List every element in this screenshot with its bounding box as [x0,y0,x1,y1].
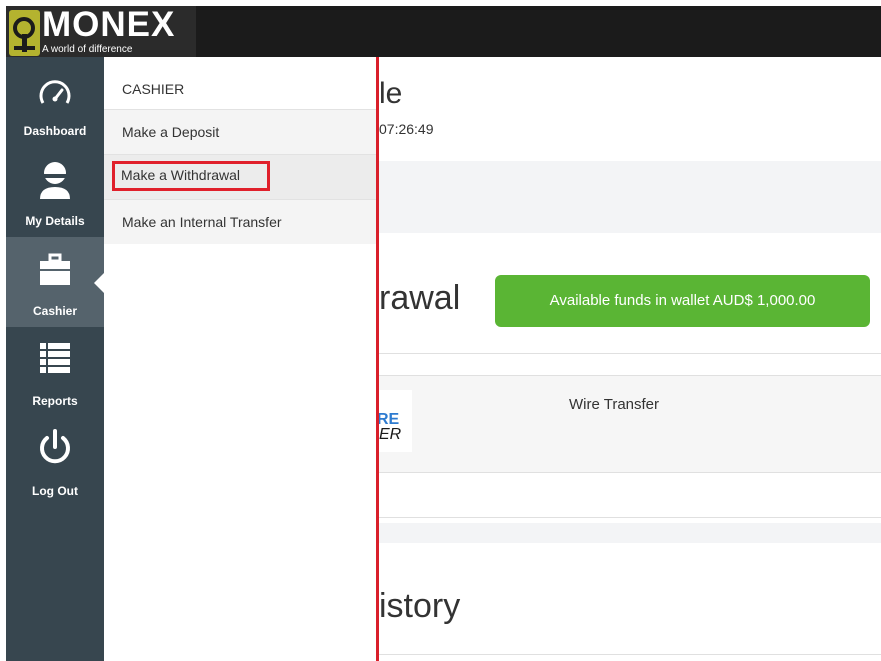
brand-name: MONEX [42,5,176,44]
active-indicator [94,273,104,293]
logo-text-line2: ER [379,426,402,443]
sidebar-item-label: Cashier [32,304,78,318]
menu-item-make-internal-transfer[interactable]: Make an Internal Transfer [104,199,377,244]
menu-item-make-deposit[interactable]: Make a Deposit [104,109,377,154]
divider-line [379,517,881,518]
menu-item-label: Make an Internal Transfer [122,214,282,230]
sidebar: Dashboard My Details Cashier Reports Log… [6,57,104,661]
page-title: le [379,77,403,110]
sidebar-item-log-out[interactable]: Log Out [6,417,104,507]
sidebar-item-dashboard[interactable]: Dashboard [6,57,104,147]
withdrawal-heading: rawal [379,279,461,317]
menu-item-make-withdrawal[interactable]: Make a Withdrawal [104,154,377,199]
section-band [379,523,881,543]
main-content: le 07:26:49 rawal Available funds in wal… [379,57,881,661]
sidebar-item-label: My Details [25,214,85,228]
power-icon [36,429,74,465]
payment-method-name: Wire Transfer [569,396,660,413]
list-icon [36,339,74,375]
cashier-menu: CASHIER Make a Deposit Make a Withdrawal… [104,57,377,661]
user-icon [36,159,74,199]
section-band [379,161,881,233]
monex-logo[interactable]: MONEX A world of difference [6,6,196,57]
divider-line [379,654,881,655]
wire-transfer-logo: RE ER [379,390,412,452]
timestamp: 07:26:49 [379,121,434,137]
cashier-menu-title: CASHIER [122,81,185,97]
menu-item-label: Make a Withdrawal [121,167,241,183]
logo-mark-icon [9,10,40,56]
sidebar-item-cashier[interactable]: Cashier [6,237,104,327]
sidebar-item-label: Dashboard [23,124,87,138]
available-funds-badge: Available funds in wallet AUD$ 1,000.00 [495,275,870,327]
history-heading: istory [379,587,461,625]
payment-method-row[interactable]: RE ER Wire Transfer [379,375,881,473]
sidebar-item-reports[interactable]: Reports [6,327,104,417]
divider-line [379,353,881,354]
top-bar: MONEX A world of difference [0,0,881,57]
sidebar-item-my-details[interactable]: My Details [6,147,104,237]
menu-item-label: Make a Deposit [122,124,220,140]
sidebar-item-label: Reports [32,394,78,408]
speedometer-icon [36,75,74,111]
briefcase-icon [36,253,74,289]
sidebar-item-label: Log Out [32,484,78,498]
brand-tagline: A world of difference [42,44,133,55]
